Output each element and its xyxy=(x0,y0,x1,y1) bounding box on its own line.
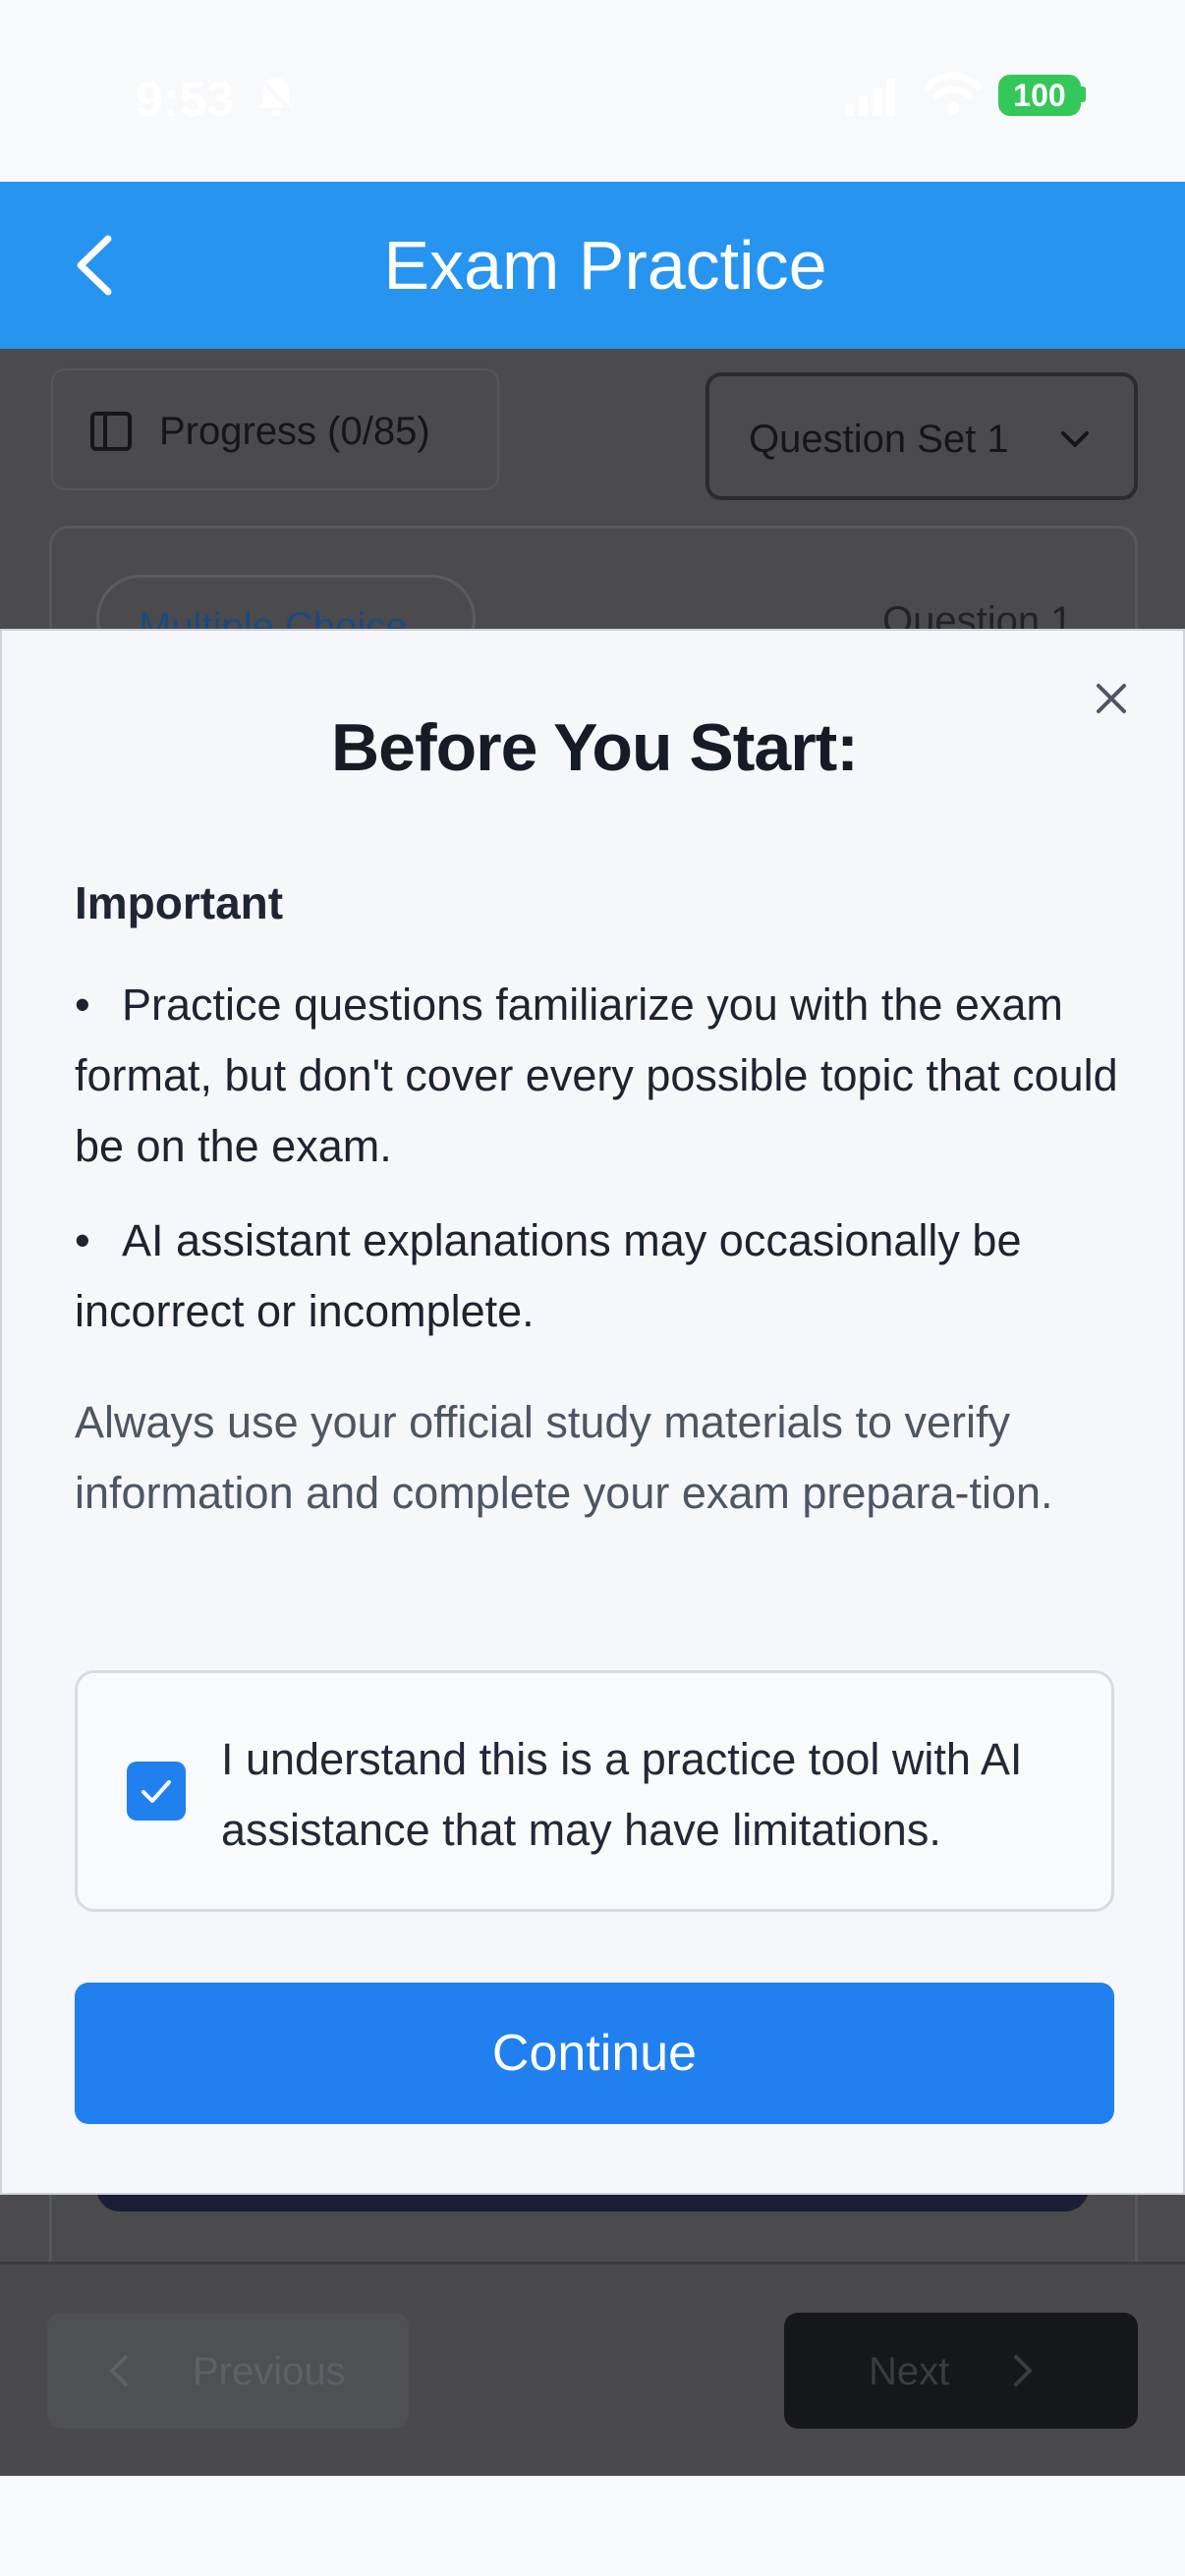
previous-button[interactable]: Previous xyxy=(47,2313,409,2429)
list-item: AI assistant explanations may occasional… xyxy=(75,1205,1126,1347)
chevron-right-icon xyxy=(1014,2355,1032,2386)
continue-button[interactable]: Continue xyxy=(75,1983,1114,2124)
continue-label: Continue xyxy=(491,2025,698,2082)
battery-tip xyxy=(1081,86,1086,102)
chevron-left-icon xyxy=(110,2355,128,2386)
previous-label: Previous xyxy=(193,2350,346,2393)
sidebar-panel-icon xyxy=(90,412,132,451)
question-set-select[interactable]: Question Set 1 xyxy=(705,372,1138,500)
before-you-start-dialog: Before You Start: Important Practice que… xyxy=(0,629,1185,2195)
home-indicator-area xyxy=(0,2476,1185,2576)
important-list: Practice questions familiarize you with … xyxy=(75,970,1126,1371)
battery-indicator: 100 xyxy=(998,75,1081,116)
important-heading: Important xyxy=(75,877,284,928)
bell-off-icon xyxy=(257,76,297,117)
next-button[interactable]: Next xyxy=(784,2313,1138,2429)
app-header: Exam Practice xyxy=(0,182,1185,349)
acknowledgement-checkbox[interactable] xyxy=(127,1762,186,1820)
chevron-down-icon xyxy=(1061,431,1089,447)
progress-label: Progress (0/85) xyxy=(159,410,430,453)
wifi-icon xyxy=(924,72,983,114)
acknowledgement-box[interactable]: I understand this is a practice tool wit… xyxy=(75,1670,1114,1912)
acknowledgement-label: I understand this is a practice tool wit… xyxy=(221,1734,1023,1855)
status-time: 9:53 xyxy=(136,72,235,127)
cellular-signal-icon xyxy=(845,79,895,116)
disclaimer-text: Always use your official study materials… xyxy=(75,1397,1053,1518)
status-bar: 9:53 100 xyxy=(0,0,1185,182)
progress-button[interactable]: Progress (0/85) xyxy=(51,368,499,490)
checkmark-icon xyxy=(141,1780,171,1803)
question-set-value: Question Set 1 xyxy=(749,418,1009,461)
dialog-title: Before You Start: xyxy=(331,710,859,785)
next-label: Next xyxy=(869,2350,950,2393)
page-title: Exam Practice xyxy=(383,227,827,304)
list-item: Practice questions familiarize you with … xyxy=(75,970,1126,1182)
